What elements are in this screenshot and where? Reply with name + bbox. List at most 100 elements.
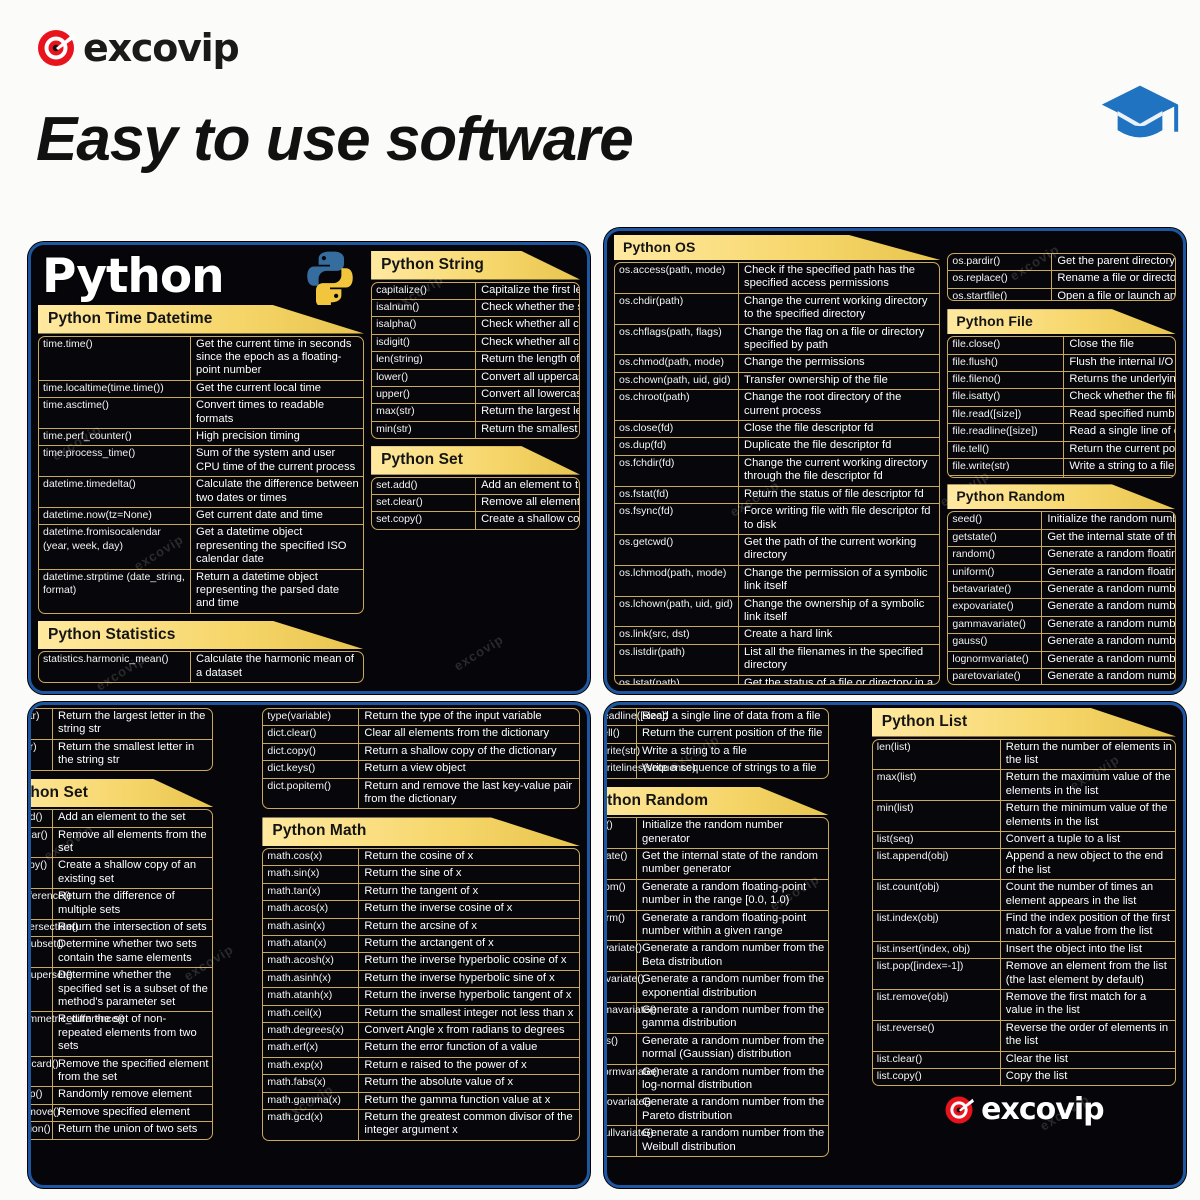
row-signature: isalnum() <box>372 299 477 317</box>
row-signature: weibullvariate() <box>607 1126 654 1157</box>
row-description: Get the internal state of the random num… <box>1047 530 1176 543</box>
table-row: expovariate()Generate a random number fr… <box>607 972 828 1003</box>
table-row: file.close() Close the file <box>948 337 1175 355</box>
brand-logo: excovip <box>36 26 240 70</box>
row-description: Return the status of file descriptor fd <box>744 487 924 500</box>
table-row: set.issubset()Determine whether two sets… <box>31 937 213 969</box>
row-signature: set.add() <box>31 810 53 827</box>
table-row: betavariate()Generate a random number fr… <box>607 941 828 973</box>
row-signature: set.clear() <box>372 495 477 512</box>
table-row: list.count(obj) Count the number of times… <box>872 880 1175 911</box>
table-row: datetime.fromisocalendar (year, week, da… <box>39 525 364 570</box>
table-row: min(list) Return the minimum value of the… <box>872 801 1175 832</box>
row-description: Return the smallest integer not less tha… <box>364 1006 574 1019</box>
row-description: Clear the list <box>1005 1052 1068 1065</box>
table-row: math.asinh(x) Return the inverse hyperbol… <box>263 970 579 989</box>
row-description: Calculate the harmonic mean of a dataset <box>196 653 354 679</box>
row-signature: file.fileno() <box>948 371 1065 389</box>
row-signature: time.asctime() <box>39 398 191 428</box>
row-signature: os.chflags(path, flags) <box>615 324 739 355</box>
row-description: Remove all elements from the set <box>58 828 207 854</box>
row-description: Change the permission of a symbolic link… <box>744 566 928 593</box>
row-description: Return the largest letter in the string … <box>58 710 206 736</box>
row-signature: file.flush() <box>948 354 1065 371</box>
row-signature: gauss() <box>948 634 1043 651</box>
row-description: High precision timing <box>196 429 300 442</box>
row-description: Open a file or launch an application in … <box>1057 289 1176 302</box>
row-signature: dict.clear() <box>263 726 360 743</box>
row-description: Change the current working directory thr… <box>744 456 928 483</box>
row-signature: os.dup(fd) <box>615 438 739 455</box>
row-signature: file.readline([size]) <box>607 709 668 726</box>
row-description: Change the ownership of a symbolic link … <box>744 597 925 623</box>
table-row: os.chflags(path, flags) Change the flag o… <box>615 324 940 356</box>
table-row: time.time() Get the current time in secon… <box>39 336 364 381</box>
row-description: Capitalize the first letter of the strin… <box>481 283 579 296</box>
python-hero: Python <box>38 251 364 305</box>
row-signature: time.process_time() <box>39 446 191 477</box>
row-description: Change the root directory of the current… <box>744 391 902 417</box>
row-signature: max(str) <box>372 404 477 421</box>
table-row: getstate() Get the internal state of the … <box>948 529 1176 548</box>
table-row: isdigit() Check whether all characters in… <box>372 334 579 353</box>
card-set-dict-math: max(str)Return the largest letter in the… <box>28 702 590 1188</box>
table-row: time.process_time() Sum of the system and… <box>39 446 364 478</box>
row-description: Generate a random floating-point number … <box>642 880 807 907</box>
row-description: Write a string to a file <box>642 744 747 757</box>
row-signature: math.fabs(x) <box>263 1075 360 1092</box>
table-row: time.asctime() Convert times to readable … <box>39 398 364 429</box>
table-row: set.add() Add an element to the set <box>372 477 579 496</box>
table-time-datetime: time.time() Get the current time in secon… <box>38 335 365 614</box>
row-description: Get the current time in seconds since th… <box>196 337 352 377</box>
row-description: Write a sequence of strings to a file <box>642 762 817 775</box>
row-signature: os.lchmod(path, mode) <box>615 565 739 596</box>
row-signature: random() <box>948 547 1043 564</box>
row-signature: file.write(str) <box>607 743 640 761</box>
row-signature: min(str) <box>372 421 477 439</box>
section-title-set: Python Set <box>371 446 580 475</box>
table-row: math.degrees(x) Convert Angle x from radi… <box>263 1023 579 1041</box>
row-description: Convert all lowercase letters in the str… <box>481 387 579 400</box>
row-signature: math.gcd(x) <box>263 1110 360 1140</box>
table-row: file.readline([size]) Read a single line … <box>948 424 1175 442</box>
table-row: random() Generate a random floating-point… <box>948 547 1175 565</box>
row-description: Return the largest letter in the string … <box>481 405 579 418</box>
row-description: Determine whether the specified set is a… <box>58 969 208 1008</box>
row-signature: math.gamma(x) <box>263 1092 360 1110</box>
table-row: uniform()Generate a random floating-poin… <box>607 910 828 942</box>
section-title-list: Python List <box>871 708 1176 737</box>
row-signature: seed() <box>607 818 637 848</box>
row-signature: os.listdir(path) <box>615 644 739 675</box>
cheatsheet-board: Python Python Time Datetime time.time() G… <box>0 218 1200 1200</box>
section-title-random: Python Random <box>947 484 1176 510</box>
row-signature: file.read([size]) <box>948 406 1065 424</box>
table-row: gauss()Generate a random number from the… <box>607 1033 828 1065</box>
row-signature: math.acosh(x) <box>263 953 360 970</box>
graduation-cap-icon <box>1101 85 1179 138</box>
row-description: Read a single line of data from a file <box>1069 425 1175 438</box>
table-row: lognormvariate()Generate a random number… <box>607 1064 828 1096</box>
row-description: Initialize the random number generator <box>642 819 784 845</box>
row-signature: isdigit() <box>372 334 477 352</box>
row-signature: time.perf_counter() <box>39 428 191 446</box>
row-description: Generate a random number from the normal… <box>642 1034 825 1061</box>
table-row: list.index(obj) Find the index position o… <box>872 910 1175 942</box>
table-row: time.perf_counter() High precision timing <box>39 428 364 447</box>
table-row: set.clear()Remove all elements from the … <box>31 827 213 859</box>
table-row: seed()Initialize the random number gener… <box>607 818 828 849</box>
row-description: Return the inverse cosine of x <box>364 902 513 915</box>
table-statistics: statistics.harmonic_mean() Calculate the … <box>38 651 365 684</box>
row-description: Append a new object to the end of the li… <box>1005 850 1164 876</box>
row-description: Returns the underlying file descriptor c… <box>1069 372 1176 385</box>
row-description: Reverse the order of elements in the lis… <box>1005 1021 1169 1048</box>
section-title-os: Python OS <box>614 235 941 260</box>
table-row: set.remove()Remove specified element <box>31 1104 213 1123</box>
table-row: seed()Initialize the random number gener… <box>948 512 1175 530</box>
table-row: file.fileno() Returns the underlying file… <box>948 371 1176 390</box>
table-row: file.read([size]) Read specified number o… <box>948 406 1175 425</box>
row-description: Return the current position of the file <box>642 727 823 740</box>
table-row: os.lchmod(path, mode) Change the permissi… <box>615 565 940 597</box>
row-signature: expovariate() <box>607 972 644 1002</box>
row-signature: math.atanh(x) <box>263 988 360 1005</box>
row-description: Check whether all characters in the stri… <box>481 318 579 331</box>
